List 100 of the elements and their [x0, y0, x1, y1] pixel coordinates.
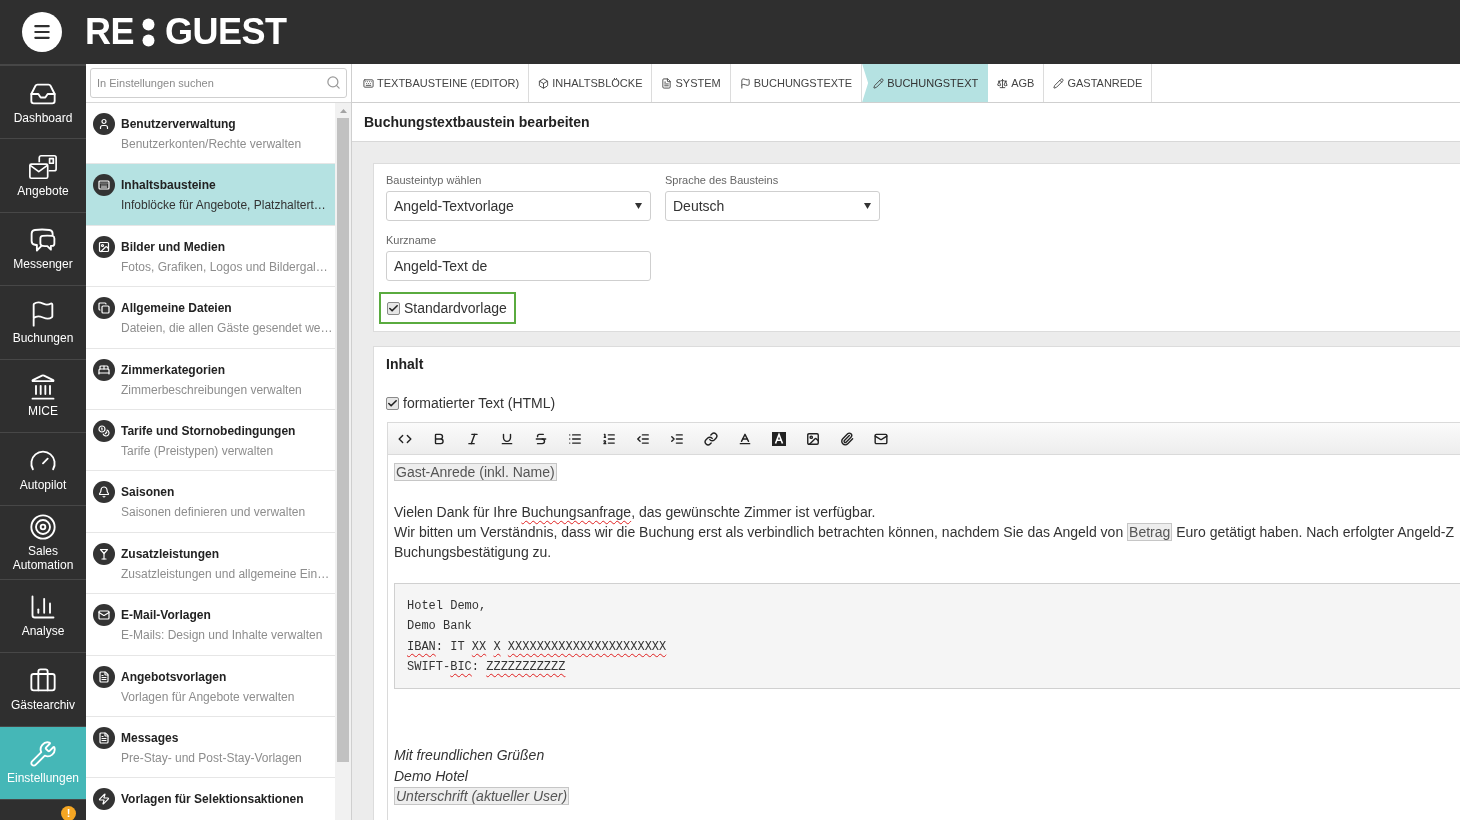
- scale-icon: [997, 77, 1009, 89]
- dropdown[interactable]: Deutsch: [665, 191, 880, 221]
- document-icon: [93, 726, 115, 749]
- bullet-list-icon: [568, 431, 582, 446]
- tab[interactable]: TEXTBAUSTEINE (EDITOR): [354, 64, 530, 102]
- flag-icon: [739, 77, 751, 89]
- body-text: Wir bitten um Verständnis, dass wir die Buchung erst als verbindlich betrachten können, nachdem Sie das Angeld von Betrag Euro getätigt haben. Nach erfolgter Angeld-Z: [394, 522, 1456, 542]
- body-text: Mit freundlichen Grüßen: [394, 746, 546, 766]
- tab[interactable]: SYSTEM: [652, 64, 731, 102]
- settings-item-title: Bilder und Medien: [121, 238, 226, 256]
- settings-item-title: Angebotsvorlagen: [121, 668, 228, 686]
- underline-icon: [500, 431, 514, 446]
- settings-item-title: Zimmerkategorien: [121, 361, 227, 379]
- document-icon: [661, 77, 673, 89]
- image-icon: [93, 235, 115, 258]
- logo-colon-icon: [142, 17, 155, 47]
- logo-text: GUEST: [165, 14, 287, 50]
- section-title: Inhalt: [386, 355, 425, 374]
- text-input[interactable]: Angeld-Text de: [386, 251, 651, 281]
- tab[interactable]: BUCHUNGSTEXTE: [730, 64, 863, 102]
- body-text: Buchungsbestätigung zu.: [394, 543, 553, 562]
- keyboard-icon: [93, 174, 115, 197]
- caret-down-icon: [635, 203, 642, 209]
- outdent-icon: [636, 431, 650, 446]
- code-line: IBAN: IT XX X XXXXXXXXXXXXXXXXXXXXXX: [407, 638, 668, 656]
- bold-icon: [432, 431, 446, 446]
- settings-item-subtitle: E-Mails: Design und Inhalte verwalten: [121, 627, 323, 644]
- search-field[interactable]: In Einstellungen suchen: [90, 68, 347, 98]
- tab[interactable]: AGB: [988, 64, 1045, 102]
- dropdown[interactable]: Angeld-Textvorlage: [386, 191, 651, 221]
- code-line: SWIFT-BIC: ZZZZZZZZZZZ: [407, 658, 567, 676]
- tab[interactable]: GASTANREDE: [1044, 64, 1153, 102]
- envelope-card-icon: [28, 153, 58, 182]
- settings-item-subtitle: Saisonen definieren und verwalten: [121, 504, 306, 521]
- menu-icon: [32, 22, 52, 42]
- settings-item-title: E-Mail-Vorlagen: [121, 607, 212, 625]
- tab[interactable]: BUCHUNGSTEXT: [862, 64, 989, 102]
- field-label: Bausteintyp wählen: [386, 174, 483, 186]
- settings-item-title: Saisonen: [121, 484, 176, 502]
- scrollbar-thumb[interactable]: [337, 118, 349, 762]
- caret-down-icon: [864, 203, 871, 209]
- page-title: Buchungstextbaustein bearbeiten: [364, 112, 590, 132]
- search-icon: [326, 75, 341, 90]
- document-icon: [93, 665, 115, 688]
- lightning-icon: [93, 788, 115, 811]
- logo-text: RE: [85, 14, 134, 50]
- copy-icon: [93, 297, 115, 320]
- cube-icon: [538, 77, 550, 89]
- settings-item-title: Tarife und Stornobedingungen: [121, 422, 296, 440]
- bell-icon: [93, 481, 115, 504]
- pencil-icon: [873, 77, 885, 89]
- settings-item-title: Inhaltsbausteine: [121, 177, 217, 195]
- envelope-icon: [93, 604, 115, 627]
- checkbox[interactable]: [386, 396, 399, 410]
- checkbox-label: Standardvorlage: [404, 298, 507, 318]
- placeholder-tag: Unterschrift (aktueller User): [394, 787, 570, 806]
- checkbox[interactable]: [387, 301, 400, 315]
- indent-icon: [670, 431, 684, 446]
- strikethrough-icon: [534, 431, 548, 446]
- settings-item-subtitle: Vorlagen für Angebote verwalten: [121, 688, 295, 705]
- target-icon: [28, 513, 58, 542]
- body-text: Vielen Dank für Ihre Buchungsanfrage, das gewünschte Zimmer ist verfügbar.: [394, 503, 877, 522]
- code-line: Demo Bank: [407, 618, 473, 636]
- cocktail-glass-icon: [93, 542, 115, 565]
- checkbox-label: formatierter Text (HTML): [403, 393, 556, 413]
- notification-badge: !: [61, 805, 76, 820]
- attachment-icon: [840, 431, 854, 446]
- numbered-list-icon: [602, 431, 616, 446]
- settings-item-subtitle: Tarife (Preistypen) verwalten: [121, 442, 275, 459]
- menu-button[interactable]: [22, 12, 62, 52]
- user-icon: [93, 113, 115, 135]
- settings-item-subtitle: Pre-Stay- und Post-Stay-Vorlagen: [121, 749, 302, 766]
- text-color-icon: [738, 431, 752, 446]
- settings-item-title: Vorlagen für Selektionsaktionen: [121, 791, 304, 809]
- settings-item-subtitle: Fotos, Grafiken, Logos und Bildergal…: [121, 258, 328, 275]
- settings-item-title: Zusatzleistungen: [121, 545, 220, 563]
- image-icon: [806, 431, 820, 446]
- italic-icon: [466, 431, 480, 446]
- background-color-icon: [772, 431, 786, 446]
- wrench-icon: [28, 740, 58, 769]
- tab[interactable]: INHALTSBLÖCKE: [529, 64, 653, 102]
- bed-icon: [93, 358, 115, 381]
- placeholder-tag: Betrag: [1127, 523, 1173, 541]
- placeholder-tag: Gast-Anrede (inkl. Name): [394, 463, 557, 481]
- coins-icon: [93, 419, 115, 442]
- keyboard-icon: [363, 77, 374, 89]
- settings-item-subtitle: Dateien, die allen Gäste gesendet we…: [121, 320, 333, 337]
- settings-item-title: Messages: [121, 729, 180, 747]
- settings-item-subtitle: Zimmerbeschreibungen verwalten: [121, 381, 302, 398]
- field-label: Sprache des Bausteins: [665, 174, 780, 186]
- settings-item-subtitle: Zusatzleistungen und allgemeine Ein…: [121, 565, 330, 582]
- settings-item-subtitle: Benutzerkonten/Rechte verwalten: [121, 136, 302, 152]
- code-line: Hotel Demo,: [407, 598, 488, 615]
- body-text: Demo Hotel: [394, 766, 469, 786]
- settings-item-title: Benutzerverwaltung: [121, 116, 237, 133]
- settings-item-title: Allgemeine Dateien: [121, 300, 233, 318]
- settings-item[interactable]: Inhaltsbausteine Infoblöcke für Angebote, Platzhaltert…: [86, 164, 335, 226]
- pencil-icon: [1053, 77, 1065, 89]
- link-icon: [704, 431, 718, 446]
- email-icon: [874, 431, 888, 446]
